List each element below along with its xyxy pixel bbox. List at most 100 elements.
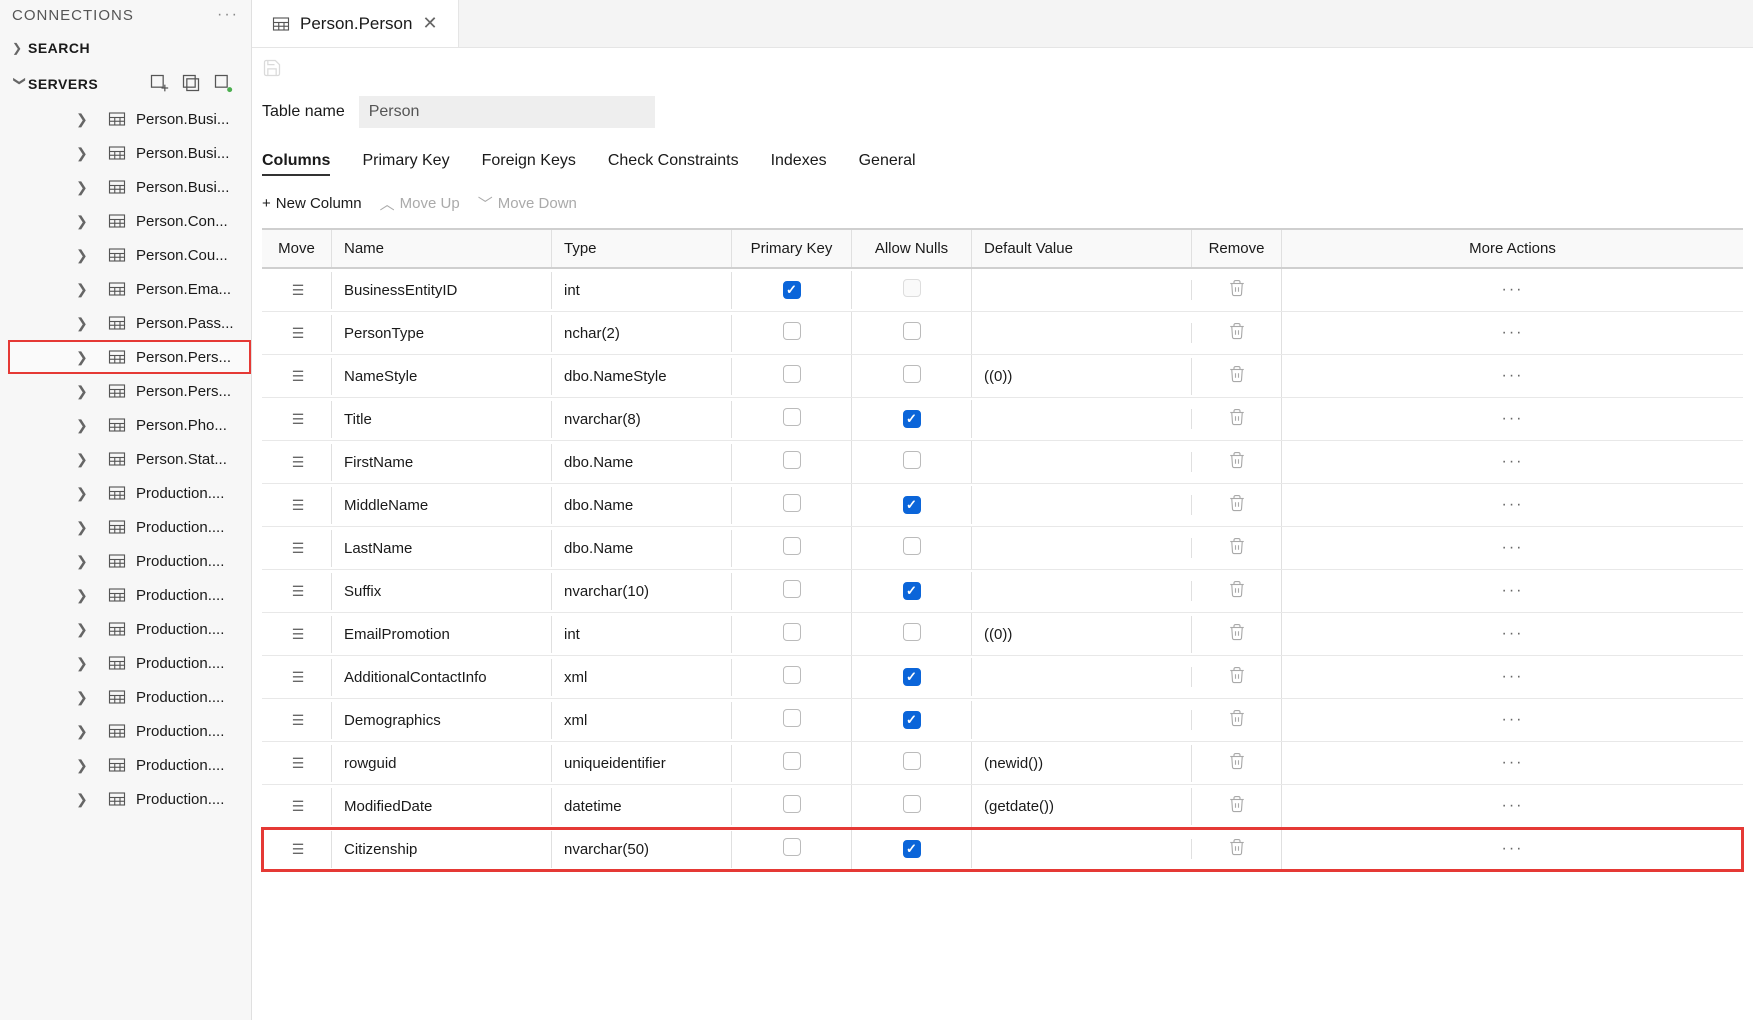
checkbox-nulls[interactable]	[903, 365, 921, 383]
cell-default[interactable]	[972, 409, 1192, 429]
tree-item[interactable]: ❯Person.Pers...	[8, 374, 251, 408]
cell-more[interactable]: ···	[1282, 486, 1743, 524]
checkbox-pk[interactable]	[783, 623, 801, 641]
sidebar-section-search[interactable]: ❯ SEARCH	[0, 30, 251, 66]
cell-default[interactable]	[972, 581, 1192, 601]
cell-nulls[interactable]	[852, 527, 972, 569]
cell-pk[interactable]	[732, 699, 852, 741]
tree-item[interactable]: ❯Production....	[8, 510, 251, 544]
tree-item[interactable]: ❯Production....	[8, 612, 251, 646]
subtab-general[interactable]: General	[859, 148, 916, 176]
header-pk[interactable]: Primary Key	[732, 230, 852, 267]
more-icon[interactable]: ···	[1502, 281, 1524, 298]
checkbox-nulls[interactable]	[903, 840, 921, 858]
cell-more[interactable]: ···	[1282, 314, 1743, 352]
cell-nulls[interactable]	[852, 269, 972, 311]
tree-item[interactable]: ❯Production....	[8, 646, 251, 680]
cell-pk[interactable]	[732, 785, 852, 827]
cell-remove[interactable]	[1192, 441, 1282, 483]
checkbox-nulls[interactable]	[903, 668, 921, 686]
tree-item[interactable]: ❯Production....	[8, 748, 251, 782]
cell-nulls[interactable]	[852, 658, 972, 696]
cell-type[interactable]: dbo.Name	[552, 487, 732, 524]
cell-remove[interactable]	[1192, 742, 1282, 784]
header-more[interactable]: More Actions	[1282, 230, 1743, 267]
more-icon[interactable]: ···	[1502, 496, 1524, 513]
cell-name[interactable]: ModifiedDate	[332, 788, 552, 825]
cell-remove[interactable]	[1192, 312, 1282, 354]
checkbox-pk[interactable]	[783, 281, 801, 299]
trash-icon[interactable]	[1228, 370, 1246, 387]
trash-icon[interactable]	[1228, 628, 1246, 645]
cell-nulls[interactable]	[852, 701, 972, 739]
grid-row[interactable]: ☰EmailPromotionint((0))···	[262, 613, 1743, 656]
grid-row[interactable]: ☰BusinessEntityIDint···	[262, 269, 1743, 312]
cell-remove[interactable]	[1192, 828, 1282, 870]
cell-nulls[interactable]	[852, 742, 972, 784]
checkbox-pk[interactable]	[783, 709, 801, 727]
move-up-button[interactable]: ︿ Move Up	[380, 193, 460, 214]
cell-pk[interactable]	[732, 527, 852, 569]
tree-item[interactable]: ❯Person.Pers...	[8, 340, 251, 374]
drag-handle[interactable]: ☰	[262, 487, 332, 524]
checkbox-pk[interactable]	[783, 494, 801, 512]
tree-item[interactable]: ❯Person.Cou...	[8, 238, 251, 272]
cell-type[interactable]: int	[552, 616, 732, 653]
cell-name[interactable]: NameStyle	[332, 358, 552, 395]
trash-icon[interactable]	[1228, 542, 1246, 559]
tree-item[interactable]: ❯Person.Ema...	[8, 272, 251, 306]
cell-more[interactable]: ···	[1282, 443, 1743, 481]
cell-type[interactable]: datetime	[552, 788, 732, 825]
checkbox-pk[interactable]	[783, 408, 801, 426]
drag-handle[interactable]: ☰	[262, 831, 332, 868]
drag-handle[interactable]: ☰	[262, 788, 332, 825]
trash-icon[interactable]	[1228, 327, 1246, 344]
cell-name[interactable]: rowguid	[332, 745, 552, 782]
cell-default[interactable]: (newid())	[972, 745, 1192, 782]
drag-handle[interactable]: ☰	[262, 659, 332, 696]
new-column-button[interactable]: + New Column	[262, 195, 362, 212]
more-icon[interactable]: ···	[1502, 539, 1524, 556]
cell-remove[interactable]	[1192, 355, 1282, 397]
drag-handle[interactable]: ☰	[262, 315, 332, 352]
cell-pk[interactable]	[732, 656, 852, 698]
checkbox-pk[interactable]	[783, 795, 801, 813]
cell-more[interactable]: ···	[1282, 701, 1743, 739]
more-icon[interactable]: ···	[1502, 410, 1524, 427]
tree-item[interactable]: ❯Person.Con...	[8, 204, 251, 238]
cell-name[interactable]: AdditionalContactInfo	[332, 659, 552, 696]
cell-pk[interactable]	[732, 742, 852, 784]
cell-nulls[interactable]	[852, 441, 972, 483]
grid-row[interactable]: ☰AdditionalContactInfoxml···	[262, 656, 1743, 699]
tree-item[interactable]: ❯Person.Busi...	[8, 170, 251, 204]
cell-pk[interactable]	[732, 828, 852, 870]
cell-pk[interactable]	[732, 613, 852, 655]
drag-handle[interactable]: ☰	[262, 616, 332, 653]
grid-row[interactable]: ☰NameStyledbo.NameStyle((0))···	[262, 355, 1743, 398]
cell-remove[interactable]	[1192, 656, 1282, 698]
tree-item[interactable]: ❯Production....	[8, 714, 251, 748]
cell-remove[interactable]	[1192, 484, 1282, 526]
checkbox-nulls[interactable]	[903, 451, 921, 469]
cell-pk[interactable]	[732, 441, 852, 483]
more-icon[interactable]: ···	[1502, 324, 1524, 341]
checkbox-nulls[interactable]	[903, 711, 921, 729]
tree-item[interactable]: ❯Person.Busi...	[8, 102, 251, 136]
cell-type[interactable]: dbo.Name	[552, 530, 732, 567]
cell-more[interactable]: ···	[1282, 615, 1743, 653]
save-icon[interactable]	[262, 58, 282, 81]
cell-name[interactable]: LastName	[332, 530, 552, 567]
grid-row[interactable]: ☰Citizenshipnvarchar(50)···	[262, 828, 1743, 871]
panel-more-button[interactable]: ···	[217, 6, 239, 24]
cell-default[interactable]	[972, 538, 1192, 558]
header-nulls[interactable]: Allow Nulls	[852, 230, 972, 267]
cell-more[interactable]: ···	[1282, 572, 1743, 610]
cell-remove[interactable]	[1192, 398, 1282, 440]
tree-item[interactable]: ❯Person.Pho...	[8, 408, 251, 442]
move-down-button[interactable]: ﹀ Move Down	[478, 193, 577, 214]
more-icon[interactable]: ···	[1502, 625, 1524, 642]
cell-type[interactable]: dbo.Name	[552, 444, 732, 481]
cell-pk[interactable]	[732, 271, 852, 309]
subtab-foreign-keys[interactable]: Foreign Keys	[482, 148, 576, 176]
cell-nulls[interactable]	[852, 486, 972, 524]
